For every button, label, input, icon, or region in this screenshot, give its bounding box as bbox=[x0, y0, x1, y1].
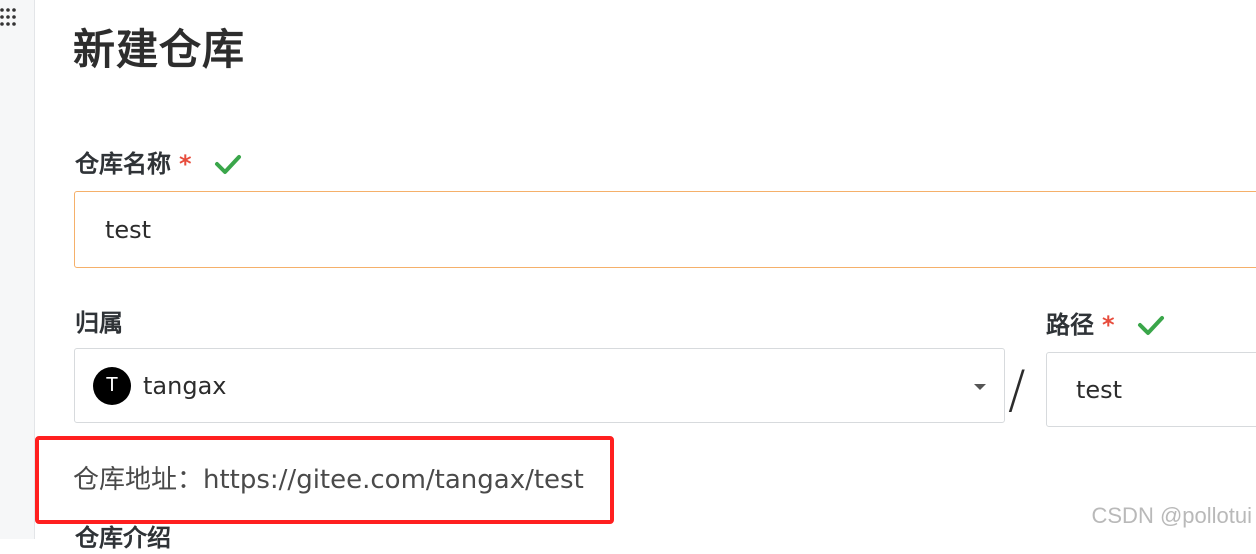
required-mark: * bbox=[179, 150, 192, 178]
grid-dots-icon[interactable] bbox=[0, 4, 16, 30]
check-icon bbox=[1137, 314, 1165, 336]
path-label-row: 路径 * bbox=[1046, 309, 1165, 341]
repo-url: 仓库地址：https://gitee.com/tangax/test bbox=[73, 465, 584, 495]
page-title: 新建仓库 bbox=[73, 25, 246, 74]
watermark: CSDN @pollotui bbox=[1091, 503, 1253, 528]
avatar: T bbox=[93, 366, 131, 405]
path-input[interactable]: test bbox=[1046, 352, 1256, 427]
repo-name-label: 仓库名称 bbox=[75, 150, 171, 178]
left-sidebar-strip bbox=[0, 0, 35, 539]
owner-label: 归属 bbox=[75, 309, 123, 337]
path-value: test bbox=[1076, 375, 1123, 404]
required-mark: * bbox=[1102, 311, 1115, 339]
path-label: 路径 bbox=[1046, 311, 1094, 339]
repo-intro-label: 仓库介绍 bbox=[75, 524, 171, 552]
owner-value: tangax bbox=[143, 371, 227, 400]
owner-select[interactable]: T tangax bbox=[74, 348, 1005, 423]
repo-name-value: test bbox=[105, 215, 152, 244]
check-icon bbox=[214, 153, 242, 175]
chevron-down-icon[interactable] bbox=[974, 384, 986, 390]
repo-name-input[interactable]: test bbox=[74, 191, 1256, 268]
repo-name-label-row: 仓库名称 * bbox=[75, 148, 242, 180]
path-separator: / bbox=[1008, 360, 1026, 420]
